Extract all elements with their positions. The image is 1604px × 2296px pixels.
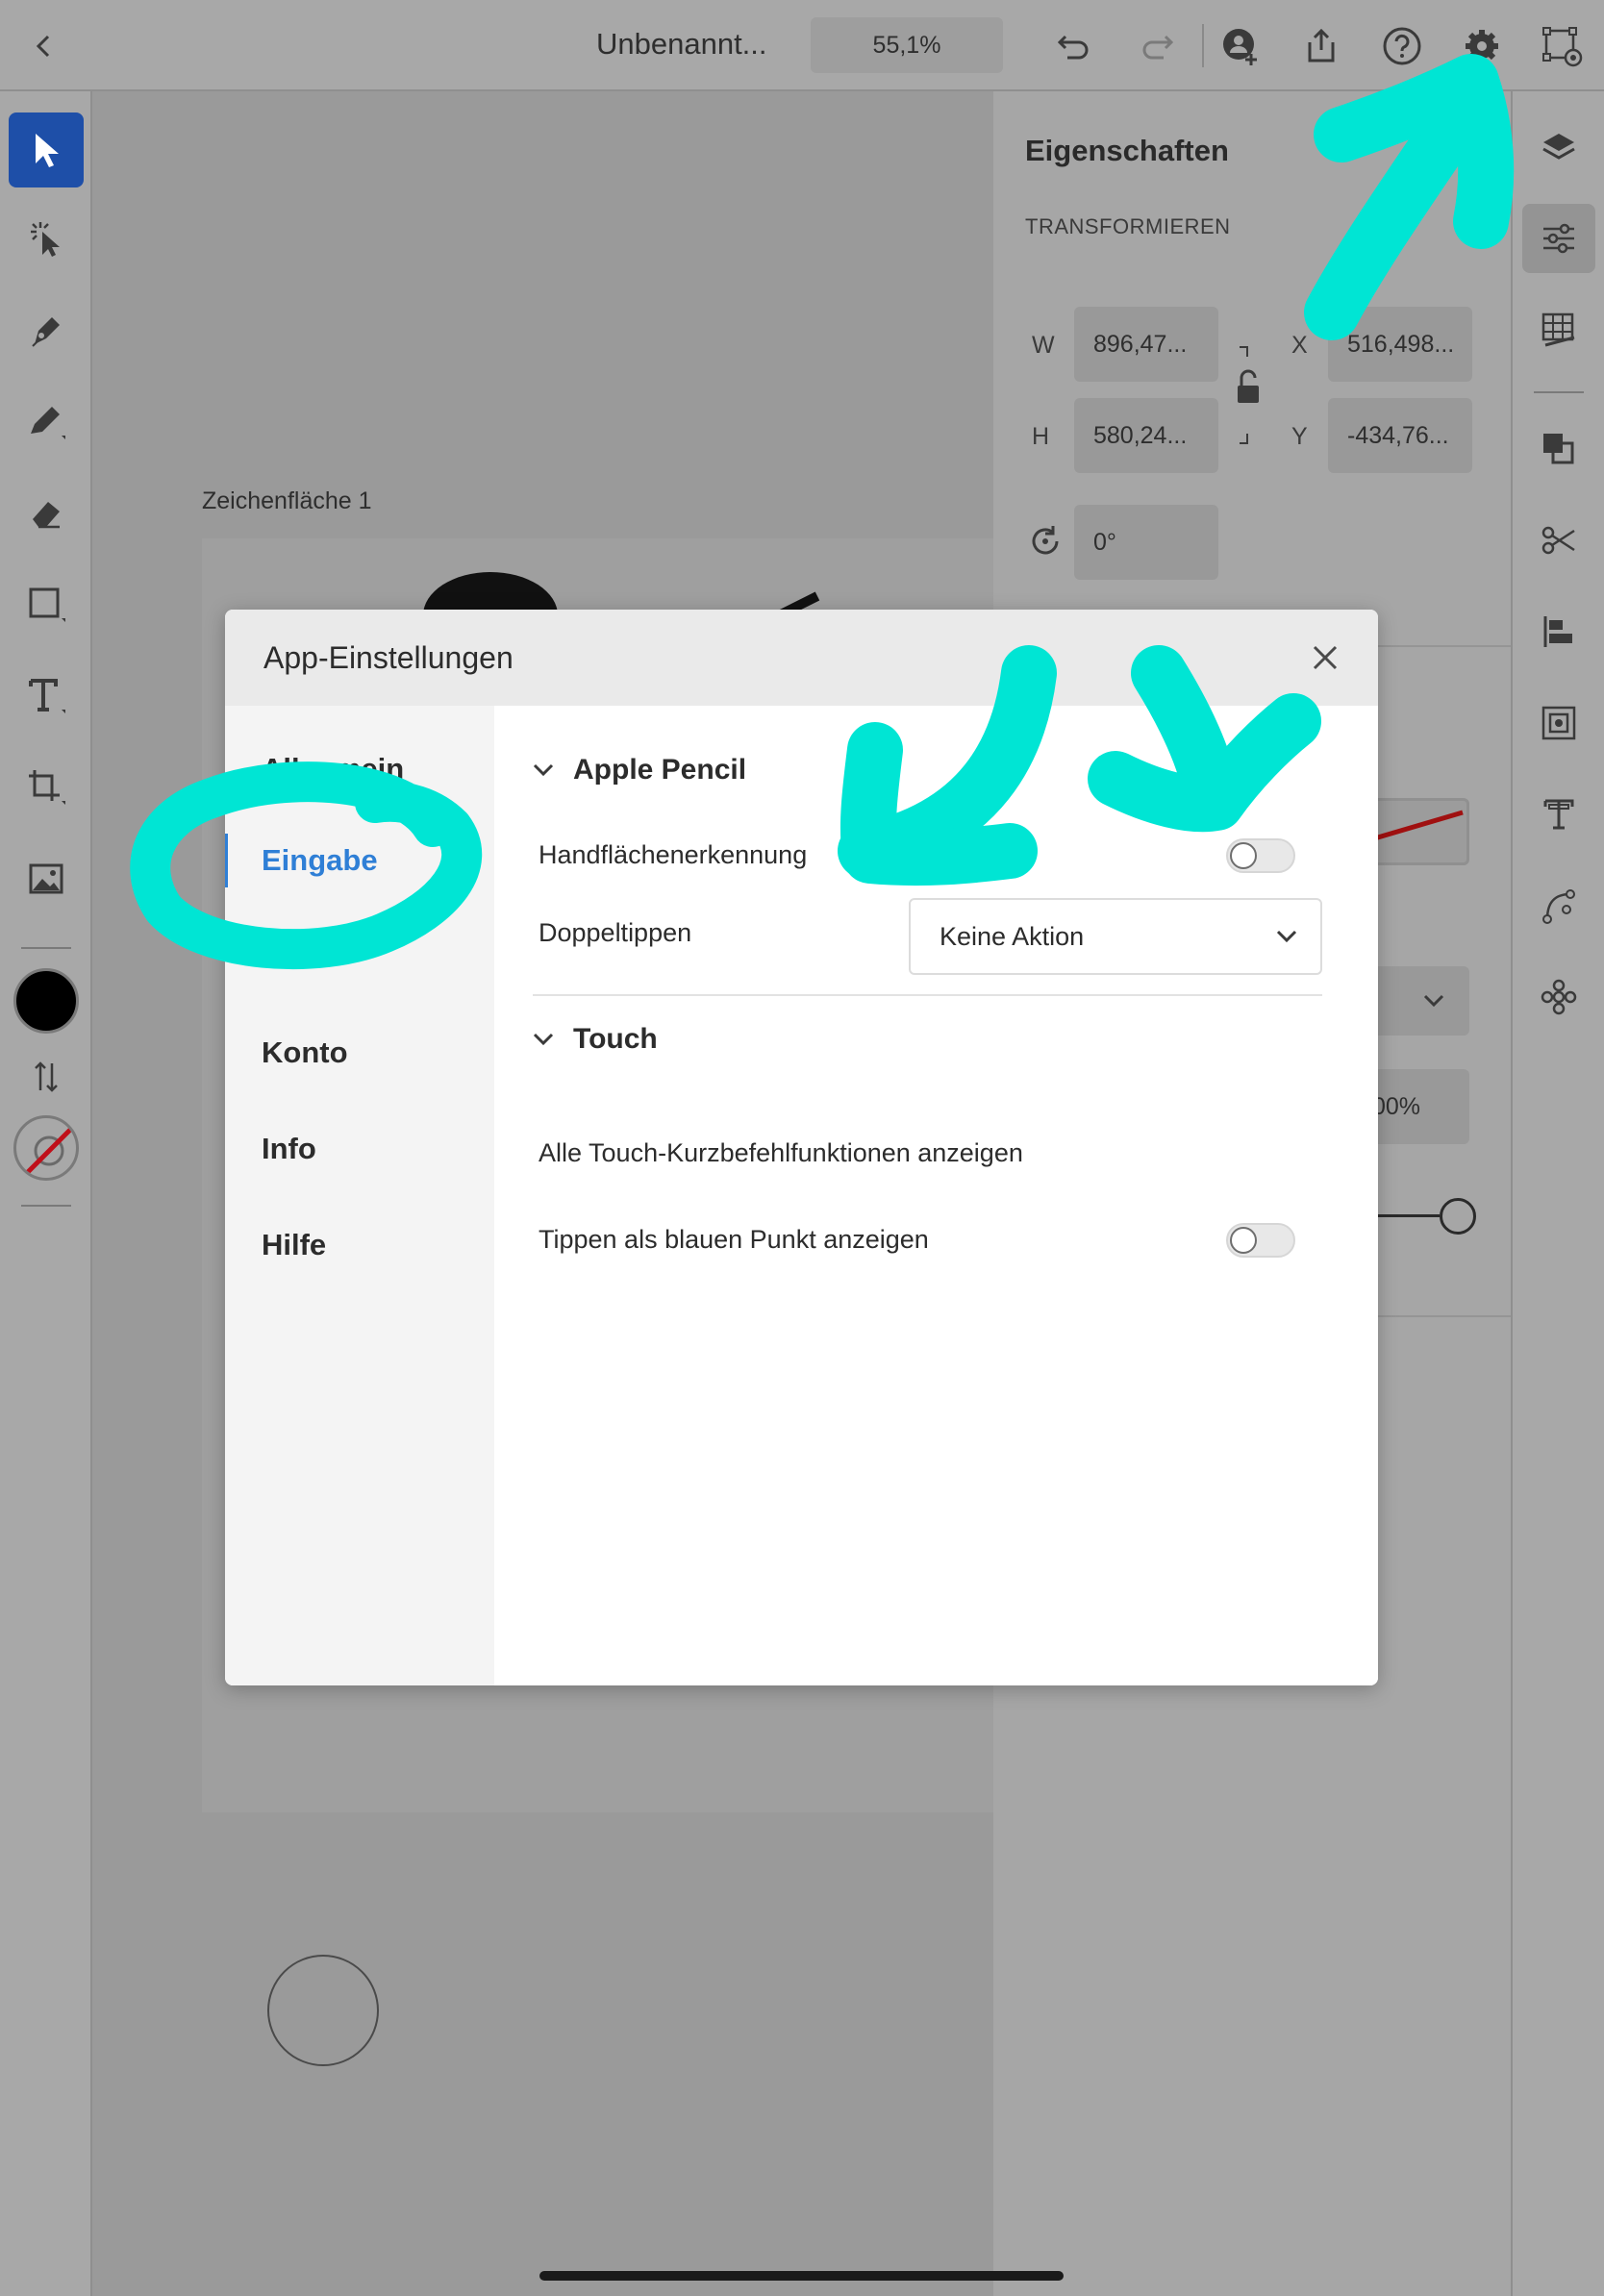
toggle-knob xyxy=(1230,842,1257,869)
scissors-icon[interactable] xyxy=(1522,506,1595,575)
pen-tool-icon[interactable] xyxy=(9,293,84,368)
nav-selection-indicator xyxy=(225,834,228,887)
x-label: X xyxy=(1291,332,1308,359)
height-label: H xyxy=(1032,423,1050,450)
chevron-down-icon xyxy=(533,763,554,777)
preview-icon[interactable] xyxy=(1537,21,1587,71)
nav-item-info[interactable]: Info xyxy=(262,1132,316,1166)
slider-thumb[interactable] xyxy=(1440,1198,1476,1235)
touch-shortcuts-link[interactable]: Alle Touch-Kurzbefehlfunktionen anzeigen xyxy=(539,1138,1023,1168)
left-toolbar xyxy=(0,91,92,2296)
direct-selection-tool-icon[interactable] xyxy=(9,202,84,277)
touch-header: Touch xyxy=(573,1023,658,1055)
eraser-tool-icon[interactable] xyxy=(9,476,84,551)
dialog-title: App-Einstellungen xyxy=(263,640,514,675)
toolbar-divider xyxy=(1202,24,1204,67)
double-tap-label: Doppeltippen xyxy=(539,918,692,947)
rectangle-tool-icon[interactable] xyxy=(9,567,84,642)
settings-nav: Allgemein Eingabe Konto Info Hilfe xyxy=(225,706,494,1685)
x-field[interactable]: 516,498... xyxy=(1328,307,1472,382)
properties-title: Eigenschaften xyxy=(1025,134,1229,167)
layers-icon[interactable] xyxy=(1522,112,1595,182)
invite-user-icon[interactable] xyxy=(1216,21,1266,71)
text-panel-icon[interactable] xyxy=(1522,780,1595,849)
undo-icon[interactable] xyxy=(1048,21,1098,71)
repeat-grid-icon[interactable] xyxy=(1522,688,1595,758)
nav-item-eingabe[interactable]: Eingabe xyxy=(262,843,378,878)
chevron-down-icon xyxy=(1276,930,1297,943)
pencil-tool-icon[interactable] xyxy=(9,385,84,460)
help-icon[interactable] xyxy=(1377,21,1427,71)
properties-icon[interactable] xyxy=(1522,204,1595,273)
right-toolbar xyxy=(1511,91,1604,2296)
transform-tool-icon[interactable] xyxy=(9,750,84,825)
double-tap-value: Keine Aktion xyxy=(940,921,1085,951)
apple-pencil-header: Apple Pencil xyxy=(573,754,747,786)
y-label: Y xyxy=(1291,423,1308,450)
circle-shape[interactable] xyxy=(267,1955,379,2066)
fill-color-swatch[interactable] xyxy=(13,968,79,1034)
toolbar-separator xyxy=(1534,391,1584,393)
gear-icon[interactable] xyxy=(1457,21,1507,71)
lock-proportions-icon[interactable] xyxy=(1232,343,1266,452)
blue-dot-toggle[interactable] xyxy=(1226,1223,1295,1258)
artboard-label[interactable]: Zeichenfläche 1 xyxy=(202,487,372,515)
zoom-level[interactable]: 55,1% xyxy=(811,17,1003,73)
double-tap-dropdown[interactable]: Keine Aktion xyxy=(909,898,1322,975)
blue-dot-label: Tippen als blauen Punkt anzeigen xyxy=(539,1225,929,1254)
stroke-preview[interactable] xyxy=(1368,798,1469,865)
align-icon[interactable] xyxy=(1522,597,1595,666)
transform-section-label: TRANSFORMIEREN xyxy=(1025,214,1231,238)
nav-item-hilfe[interactable]: Hilfe xyxy=(262,1228,326,1262)
nav-item-konto[interactable]: Konto xyxy=(262,1036,348,1070)
app-settings-dialog: App-Einstellungen Allgemein Eingabe Kont… xyxy=(225,610,1378,1685)
chevron-down-icon xyxy=(533,1033,554,1046)
dialog-header: App-Einstellungen xyxy=(225,610,1378,706)
type-tool-icon[interactable] xyxy=(9,659,84,734)
grid-icon[interactable] xyxy=(1522,295,1595,364)
selection-tool-icon[interactable] xyxy=(9,112,84,187)
width-label: W xyxy=(1032,332,1055,359)
pathfinder-icon[interactable] xyxy=(1522,414,1595,484)
rotation-field[interactable]: 0° xyxy=(1074,505,1218,580)
touch-section-toggle[interactable]: Touch xyxy=(533,1023,658,1056)
document-title[interactable]: Unbenannt... xyxy=(596,27,798,65)
toggle-knob xyxy=(1230,1227,1257,1254)
redo-icon[interactable] xyxy=(1133,21,1183,71)
path-icon[interactable] xyxy=(1522,871,1595,940)
chevron-left-icon[interactable] xyxy=(19,21,69,71)
home-indicator[interactable] xyxy=(539,2271,1064,2281)
toolbar-separator xyxy=(21,1205,71,1207)
image-tool-icon[interactable] xyxy=(9,841,84,916)
slider-track[interactable] xyxy=(1368,1214,1440,1217)
nav-item-allgemein[interactable]: Allgemein xyxy=(262,752,404,786)
palm-rejection-toggle[interactable] xyxy=(1226,838,1295,873)
symbols-icon[interactable] xyxy=(1522,962,1595,1032)
settings-content: Apple Pencil Handflächenerkennung Doppel… xyxy=(494,706,1378,1685)
opacity-field[interactable]: 00% xyxy=(1368,1069,1469,1144)
apple-pencil-section-toggle[interactable]: Apple Pencil xyxy=(533,754,746,786)
height-field[interactable]: 580,24... xyxy=(1074,398,1218,473)
swap-colors-icon[interactable] xyxy=(9,1053,84,1101)
dropdown-chevron-down-icon[interactable] xyxy=(1368,966,1469,1036)
top-bar: Unbenannt... 55,1% xyxy=(0,0,1604,91)
rotate-icon xyxy=(1026,522,1065,565)
stroke-color-swatch[interactable] xyxy=(13,1115,79,1181)
close-icon[interactable] xyxy=(1302,635,1348,681)
share-icon[interactable] xyxy=(1296,21,1346,71)
width-field[interactable]: 896,47... xyxy=(1074,307,1218,382)
toolbar-separator xyxy=(21,947,71,949)
section-divider xyxy=(533,994,1322,996)
palm-rejection-label: Handflächenerkennung xyxy=(539,840,808,869)
y-field[interactable]: -434,76... xyxy=(1328,398,1472,473)
